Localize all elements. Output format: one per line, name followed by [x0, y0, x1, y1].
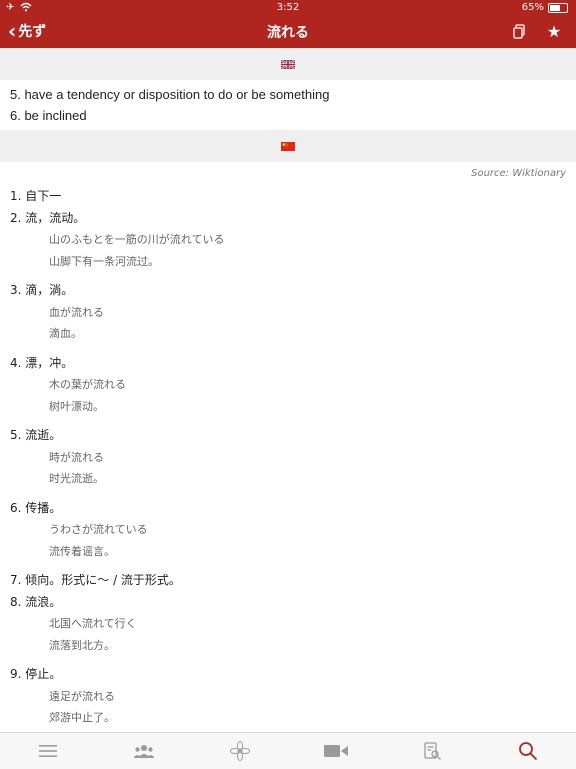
- copy-icon: [513, 24, 525, 39]
- english-definition: 5. have a tendency or disposition to do …: [10, 87, 330, 102]
- document-search-icon: [424, 742, 441, 760]
- entry-content[interactable]: 5. have a tendency or disposition to do …: [0, 48, 576, 732]
- flower-icon: [230, 741, 250, 761]
- search-icon: [519, 742, 538, 761]
- example-sentence: 山脚下有一条河流过。: [49, 254, 159, 268]
- example-sentence: 流传着谣言。: [49, 544, 115, 558]
- example-sentence: 郊游中止了。: [49, 711, 115, 724]
- battery-icon: [548, 2, 568, 13]
- menu-icon: [39, 745, 57, 757]
- uk-flag-icon: [281, 59, 295, 69]
- example-sentence: 流落到北方。: [49, 638, 115, 652]
- chinese-section-header: [0, 130, 576, 162]
- top-bar: ✈ 3:52 65% ‹ 先ず 流れる ★: [0, 0, 576, 48]
- example-sentence: 木の葉が流れる: [49, 378, 126, 391]
- definition-item: 2. 流，流动。: [10, 210, 86, 225]
- english-definitions: 5. have a tendency or disposition to do …: [0, 80, 576, 130]
- tab-video[interactable]: [288, 733, 384, 769]
- page-title: 流れる: [267, 25, 309, 41]
- definition-item: 8. 流浪。: [10, 594, 62, 609]
- status-time: 3:52: [276, 2, 300, 13]
- definition-item: 4. 漂，冲。: [10, 355, 74, 370]
- tab-document-search[interactable]: [384, 733, 480, 769]
- example-sentence: 时光流逝。: [49, 472, 104, 485]
- english-definition: 6. be inclined: [10, 108, 87, 123]
- chinese-definitions: 1. 自下一 2. 流，流动。山のふもとを一筋の川が流れている 山脚下有一条河流过。…: [0, 182, 576, 732]
- example-sentence: 树叶漂动。: [49, 399, 104, 413]
- tab-flower[interactable]: [192, 733, 288, 769]
- example-sentence: 北国へ流れて行く: [49, 617, 137, 630]
- definition-item: 5. 流逝。: [10, 428, 62, 442]
- definition-item: 1. 自下一: [10, 189, 62, 203]
- tab-community[interactable]: [96, 733, 192, 769]
- english-section-header: [0, 48, 576, 80]
- example-sentence: 山のふもとを一筋の川が流れている: [49, 233, 225, 246]
- example-sentence: 遠足が流れる: [49, 689, 115, 703]
- definition-item: 3. 滴，淌。: [10, 283, 74, 297]
- status-right: 65%: [522, 2, 568, 13]
- video-icon: [324, 745, 348, 757]
- source-label: Source: Wiktionary: [471, 168, 566, 179]
- status-bar: ✈ 3:52 65%: [0, 0, 576, 16]
- community-icon: [133, 745, 155, 758]
- definition-item: 7. 倾向。形式に～ / 流于形式。: [10, 573, 181, 587]
- example-sentence: 滴血。: [49, 327, 82, 340]
- tab-bar: [0, 732, 576, 769]
- example-sentence: うわさが流れている: [49, 523, 148, 536]
- definition-item: 6. 传播。: [10, 500, 62, 515]
- tab-menu[interactable]: [0, 733, 96, 769]
- favorite-button[interactable]: ★: [544, 22, 564, 42]
- definition-item: 9. 停止。: [10, 667, 62, 681]
- china-flag-icon: [281, 141, 295, 151]
- tab-search[interactable]: [480, 733, 576, 769]
- copy-button[interactable]: [510, 22, 530, 42]
- example-sentence: 時が流れる: [49, 450, 104, 464]
- nav-bar: ‹ 先ず 流れる ★: [0, 16, 576, 48]
- battery-percent: 65%: [521, 2, 544, 13]
- star-icon: ★: [546, 22, 562, 41]
- example-sentence: 血が流れる: [49, 305, 104, 319]
